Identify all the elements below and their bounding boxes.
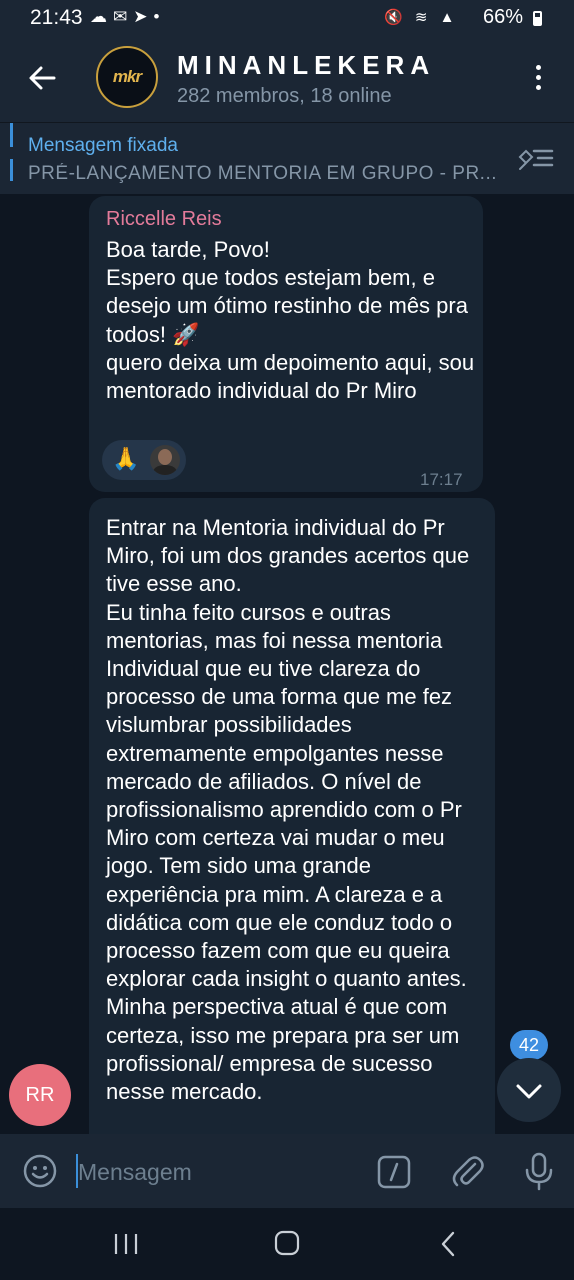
message-text: Boa tarde, Povo! Espero que todos esteja…: [106, 237, 475, 404]
home-icon[interactable]: [274, 1230, 300, 1256]
battery-icon: [533, 11, 542, 26]
pinned-list-icon[interactable]: [516, 143, 556, 173]
microphone-icon[interactable]: [522, 1151, 556, 1191]
notification-icons: ☁✉➤•: [90, 7, 166, 26]
group-avatar-logo: mkr: [112, 67, 142, 86]
messages-area[interactable]: Riccelle Reis Boa tarde, Povo! Espero qu…: [0, 194, 574, 1134]
message-input-bar: [0, 1134, 574, 1208]
emoji-icon[interactable]: [22, 1153, 58, 1189]
sender-avatar[interactable]: RR: [9, 1064, 71, 1126]
reaction-chip[interactable]: 🙏: [102, 440, 186, 480]
nav-back-icon[interactable]: [438, 1230, 458, 1258]
status-time: 21:43: [30, 6, 83, 29]
message-bubble[interactable]: Riccelle Reis Boa tarde, Povo! Espero qu…: [89, 196, 483, 492]
reactor-avatar: [150, 445, 180, 475]
message-time: 17:17: [420, 470, 463, 489]
group-title[interactable]: MINANLEKERA: [177, 50, 435, 81]
message-text: Entrar na Mentoria individual do Pr Miro…: [106, 515, 470, 1105]
paperclip-icon[interactable]: [448, 1151, 486, 1191]
message-bubble[interactable]: Entrar na Mentoria individual do Pr Miro…: [89, 498, 495, 1134]
system-navigation-bar: [0, 1208, 574, 1280]
message-input[interactable]: [78, 1154, 358, 1190]
system-icons: 🔇 ≋ ▲: [384, 9, 459, 26]
chat-header: mkr MINANLEKERA 282 membros, 18 online: [0, 36, 574, 122]
back-arrow-icon[interactable]: [24, 60, 60, 96]
group-members-count: 282 membros, 18 online: [177, 85, 392, 107]
battery-level: 66%: [483, 6, 524, 28]
unread-count-badge: 42: [510, 1030, 548, 1060]
recent-apps-icon[interactable]: [112, 1232, 140, 1256]
group-avatar[interactable]: mkr: [96, 46, 158, 108]
status-bar: 21:43 ☁✉➤• 🔇 ≋ ▲ 66%: [0, 0, 574, 36]
sender-name[interactable]: Riccelle Reis: [106, 208, 222, 231]
pinned-indicator: [10, 123, 13, 181]
pinned-label: Mensagem fixada: [28, 135, 178, 156]
pinned-message-bar[interactable]: Mensagem fixada PRÉ-LANÇAMENTO MENTORIA …: [0, 122, 574, 195]
bot-commands-icon[interactable]: [377, 1155, 411, 1189]
more-options-icon[interactable]: [526, 62, 550, 96]
pinned-text: PRÉ-LANÇAMENTO MENTORIA EM GRUPO - PR...: [28, 163, 498, 184]
pray-emoji-icon: 🙏: [112, 446, 140, 471]
chevron-down-icon: [516, 1084, 542, 1099]
scroll-down-button[interactable]: [497, 1058, 561, 1122]
